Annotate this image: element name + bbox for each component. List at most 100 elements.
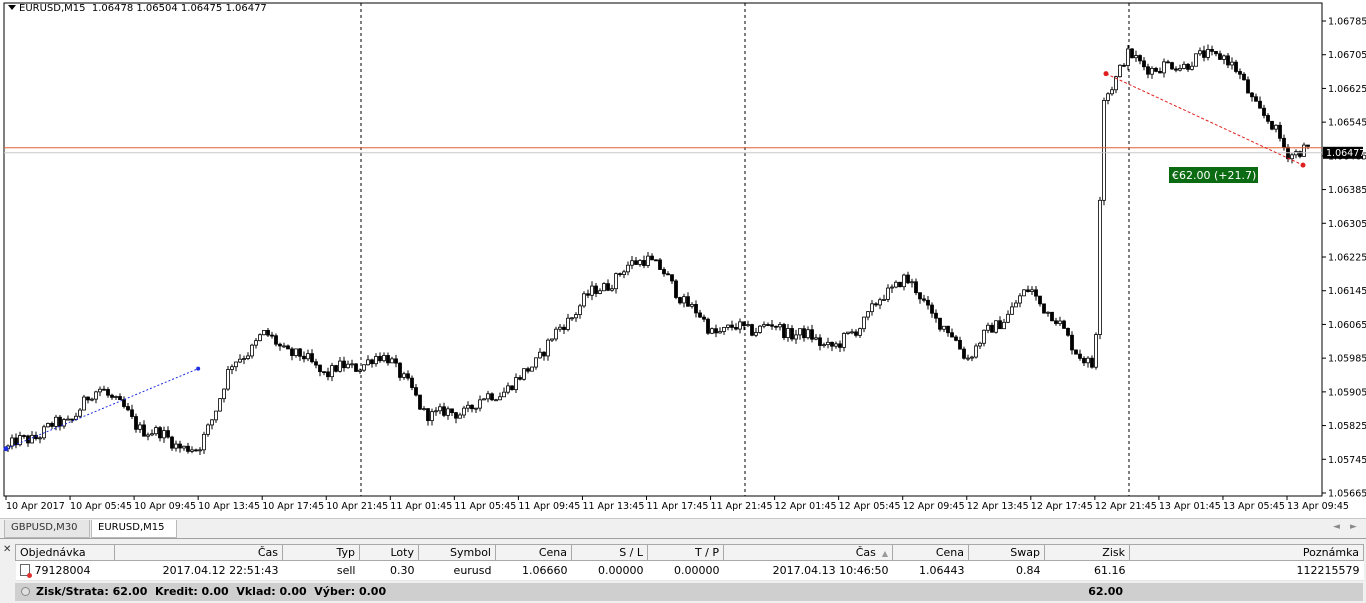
col-header-symbol[interactable]: Symbol bbox=[418, 544, 496, 561]
candle-bear bbox=[454, 412, 458, 419]
candle-bull bbox=[250, 344, 254, 357]
cell-close-price: 1.06443 bbox=[892, 560, 969, 581]
candle-bear bbox=[1306, 144, 1310, 147]
col-header-comment[interactable]: Poznámka bbox=[1129, 544, 1364, 561]
col-header-type[interactable]: Typ bbox=[282, 544, 360, 561]
candle-bear bbox=[698, 312, 702, 318]
price-axis-label: 1.05825 bbox=[1328, 421, 1366, 432]
candle-bull bbox=[402, 373, 406, 378]
candle-bull bbox=[18, 435, 22, 446]
candle-bull bbox=[1030, 289, 1034, 292]
candle-bear bbox=[674, 280, 678, 298]
candle-bull bbox=[506, 385, 510, 393]
candle-bear bbox=[342, 360, 346, 369]
col-header-profit[interactable]: Zisk bbox=[1044, 544, 1130, 561]
candle-bear bbox=[1038, 295, 1042, 305]
chart-menu-icon[interactable] bbox=[8, 5, 16, 10]
candle-bull bbox=[738, 321, 742, 330]
candle-bull bbox=[622, 271, 626, 275]
col-header-close-price[interactable]: Cena bbox=[892, 544, 969, 561]
time-axis-label: 10 Apr 13:45 bbox=[198, 501, 260, 512]
candle-bear bbox=[110, 394, 114, 398]
candle-bear bbox=[118, 396, 122, 401]
time-axis-label: 11 Apr 01:45 bbox=[390, 501, 452, 512]
candle-bull bbox=[234, 361, 238, 368]
chart-window[interactable]: 1.067851.067051.066251.065451.064651.063… bbox=[0, 0, 1366, 517]
candle-bull bbox=[978, 342, 982, 347]
col-header-close-time[interactable]: Čas ▲ bbox=[723, 544, 893, 561]
candle-bear bbox=[122, 399, 126, 407]
candle-bull bbox=[366, 359, 370, 366]
col-header-lots[interactable]: Loty bbox=[359, 544, 419, 561]
summary-row[interactable]: Zisk/Strata: 62.00 Kredit: 0.00 Vklad: 0… bbox=[15, 583, 1363, 601]
candle-bull bbox=[942, 325, 946, 330]
cell-close-time: 2017.04.13 10:46:50 bbox=[723, 560, 893, 581]
candle-bear bbox=[1262, 107, 1266, 116]
candle-bull bbox=[1230, 61, 1234, 66]
time-axis-label: 12 Apr 01:45 bbox=[775, 501, 837, 512]
candle-bull bbox=[1198, 50, 1202, 55]
time-axis-label: 11 Apr 13:45 bbox=[582, 501, 644, 512]
candle-bear bbox=[186, 445, 190, 452]
candle-bear bbox=[86, 396, 90, 401]
time-axis-label: 11 Apr 05:45 bbox=[454, 501, 516, 512]
candle-bull bbox=[554, 328, 558, 340]
candle-bear bbox=[1226, 55, 1230, 66]
col-header-open-time[interactable]: Čas bbox=[114, 544, 283, 561]
close-icon[interactable]: ✕ bbox=[3, 544, 11, 555]
candle-bear bbox=[950, 332, 954, 338]
candle-bear bbox=[1210, 49, 1214, 52]
candle-bear bbox=[58, 416, 62, 427]
col-header-tp[interactable]: T / P bbox=[647, 544, 724, 561]
candle-bear bbox=[1186, 63, 1190, 70]
candle-bull bbox=[842, 333, 846, 348]
col-header-close-time-label: Čas bbox=[855, 546, 876, 559]
candle-bear bbox=[990, 324, 994, 333]
candle-bull bbox=[910, 281, 914, 284]
candle-bull bbox=[514, 377, 518, 391]
candle-bull bbox=[78, 409, 82, 417]
candle-bear bbox=[1166, 61, 1170, 64]
candle-bear bbox=[958, 339, 962, 350]
candle-bull bbox=[374, 356, 378, 365]
price-axis-label: 1.06225 bbox=[1328, 253, 1366, 264]
candle-bear bbox=[418, 394, 422, 410]
candle-bear bbox=[914, 281, 918, 294]
candle-bear bbox=[126, 406, 130, 411]
candle-bear bbox=[962, 348, 966, 359]
candle-bull bbox=[1126, 48, 1130, 66]
candle-bull bbox=[534, 357, 538, 368]
col-header-sl[interactable]: S / L bbox=[571, 544, 648, 561]
candle-bull bbox=[66, 418, 70, 421]
time-axis-label: 10 Apr 2017 bbox=[6, 501, 65, 512]
price-axis-label: 1.05905 bbox=[1328, 387, 1366, 398]
candle-bear bbox=[1170, 62, 1174, 70]
summary-text: Zisk/Strata: 62.00 Kredit: 0.00 Vklad: 0… bbox=[36, 585, 387, 598]
tab-gbpusd-m30[interactable]: GBPUSD,M30 bbox=[4, 520, 90, 538]
candle-bull bbox=[882, 299, 886, 301]
candle-bear bbox=[1034, 289, 1038, 297]
candle-bull bbox=[1194, 53, 1198, 67]
tabs-scroll-right-icon[interactable]: ► bbox=[1350, 522, 1357, 532]
cell-order-value: 79128004 bbox=[34, 564, 91, 577]
candle-bull bbox=[538, 351, 542, 359]
candle-bull bbox=[262, 329, 266, 336]
candle-bull bbox=[794, 334, 798, 340]
candle-bear bbox=[134, 416, 138, 430]
tab-eurusd-m15[interactable]: EURUSD,M15 bbox=[91, 520, 177, 538]
col-header-open-price[interactable]: Cena bbox=[495, 544, 572, 561]
col-header-order[interactable]: Objednávka bbox=[15, 544, 115, 561]
candle-bear bbox=[802, 328, 806, 339]
candle-bear bbox=[158, 427, 162, 439]
candle-bull bbox=[458, 414, 462, 419]
candle-bear bbox=[918, 292, 922, 300]
col-header-swap[interactable]: Swap bbox=[968, 544, 1045, 561]
candle-bull bbox=[462, 407, 466, 416]
table-row[interactable]: 79128004 2017.04.12 22:51:43 sell 0.30 e… bbox=[15, 560, 1364, 581]
candle-bull bbox=[422, 408, 426, 411]
candle-bear bbox=[1130, 48, 1134, 59]
summary-icon bbox=[21, 587, 30, 596]
price-chart[interactable]: 1.067851.067051.066251.065451.064651.063… bbox=[0, 0, 1366, 517]
tabs-scroll-left-icon[interactable]: ◄ bbox=[1333, 522, 1340, 532]
candle-bear bbox=[318, 364, 322, 373]
